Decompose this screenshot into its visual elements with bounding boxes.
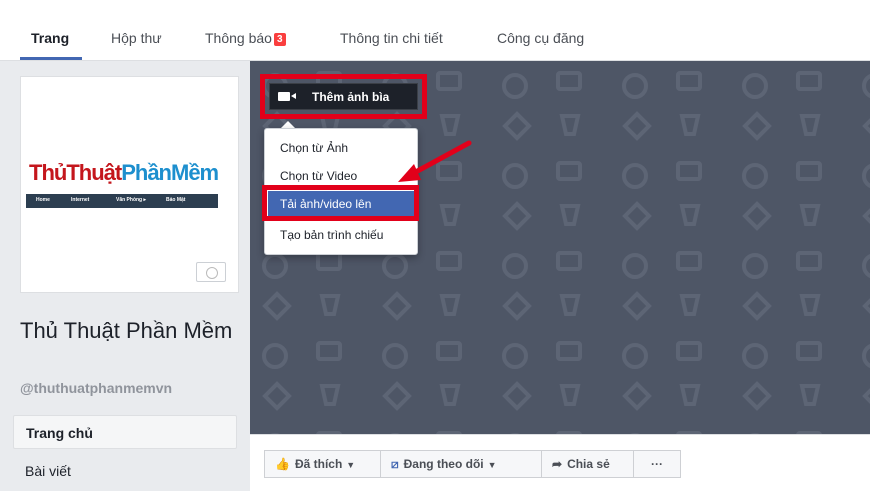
following-button[interactable]: ⧄ Đang theo dõi ▼ <box>380 450 542 478</box>
more-options-button[interactable]: ··· <box>633 450 681 478</box>
page-tabs-bar: Trang Hộp thư Thông báo 3 Thông tin chi t… <box>0 0 870 61</box>
menu-caret <box>281 121 295 128</box>
add-cover-button[interactable]: Thêm ảnh bìa <box>269 83 418 110</box>
menu-item-slideshow[interactable]: Tạo bản trình chiếu <box>268 228 383 242</box>
camera-icon[interactable] <box>196 262 226 282</box>
menu-item-choose-photo[interactable]: Chọn từ Ảnh <box>268 141 348 155</box>
upload-highlight-box <box>262 185 419 221</box>
logo-menu-item: Bảo Mật <box>166 197 186 203</box>
following-label: Đang theo dõi <box>403 457 484 471</box>
tab-notifications[interactable]: Thông báo 3 <box>205 30 286 46</box>
sidebar-item-label: Trang chủ <box>26 425 93 441</box>
chevron-down-icon: ▼ <box>487 460 497 470</box>
share-arrow-icon: ➦ <box>552 457 563 471</box>
menu-item-choose-video[interactable]: Chọn từ Video <box>268 169 357 183</box>
page-logo: ThủThuậtPhầnMềm Home Internet Văn Phòng … <box>26 132 219 222</box>
share-button[interactable]: ➦ Chia sẻ <box>541 450 634 478</box>
chevron-down-icon: ▼ <box>346 460 356 470</box>
logo-menu-item: Văn Phòng ▸ <box>116 197 147 203</box>
thumbs-up-icon: 👍 <box>275 457 290 471</box>
logo-menu-bar: Home Internet Văn Phòng ▸ Bảo Mật <box>26 194 218 208</box>
tab-notifications-label: Thông báo <box>205 30 272 46</box>
page-username[interactable]: @thuthuatphanmemvn <box>20 380 172 396</box>
tab-home[interactable]: Trang <box>31 30 69 46</box>
notification-badge: 3 <box>273 33 286 46</box>
logo-text-part1: ThủThuật <box>29 160 122 185</box>
add-cover-label: Thêm ảnh bìa <box>312 90 390 104</box>
active-tab-indicator <box>20 57 82 60</box>
add-cover-highlight: Thêm ảnh bìa <box>260 74 427 119</box>
page-title: Thủ Thuật Phần Mềm <box>20 318 233 343</box>
more-icon: ··· <box>651 457 663 471</box>
tab-insights[interactable]: Thông tin chi tiết <box>340 30 443 46</box>
tab-publishing-tools[interactable]: Công cụ đăng <box>497 30 584 46</box>
tab-inbox[interactable]: Hộp thư <box>111 30 162 46</box>
logo-menu-item: Home <box>36 197 50 203</box>
sidebar-item-home[interactable]: Trang chủ <box>13 415 237 449</box>
video-camera-icon <box>278 92 296 101</box>
profile-picture[interactable]: ThủThuậtPhầnMềm Home Internet Văn Phòng … <box>20 76 239 293</box>
liked-button[interactable]: 👍 Đã thích ▼ <box>264 450 381 478</box>
page: Trang Hộp thư Thông báo 3 Thông tin chi t… <box>0 0 870 491</box>
share-label: Chia sẻ <box>567 457 610 471</box>
logo-menu-item: Internet <box>71 197 90 203</box>
logo-text-part2: PhầnMềm <box>121 160 219 185</box>
left-column: ThủThuậtPhầnMềm Home Internet Văn Phòng … <box>0 61 250 491</box>
page-action-bar: 👍 Đã thích ▼ ⧄ Đang theo dõi ▼ ➦ Chia sẻ ··· <box>250 434 870 491</box>
sidebar-item-posts[interactable]: Bài viết <box>25 463 71 479</box>
liked-label: Đã thích <box>294 457 343 471</box>
rss-icon: ⧄ <box>391 457 399 471</box>
